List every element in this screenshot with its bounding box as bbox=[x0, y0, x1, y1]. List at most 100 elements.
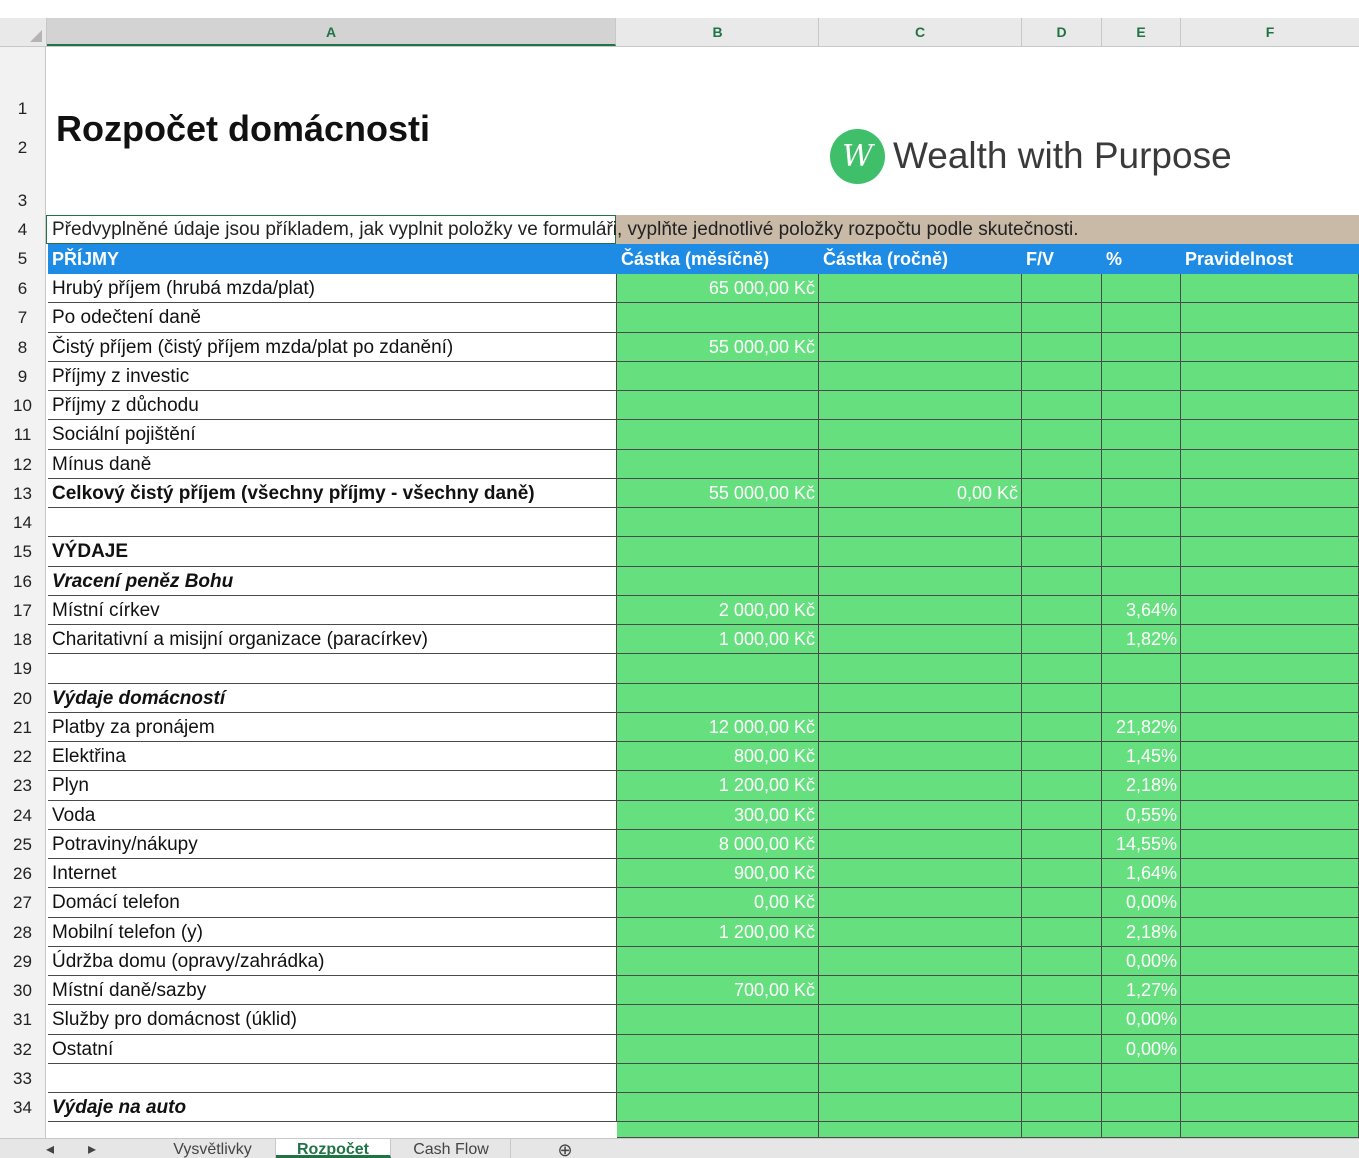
select-all-corner[interactable] bbox=[0, 18, 47, 46]
column-header-f[interactable]: F bbox=[1181, 18, 1359, 46]
row-header-3[interactable]: 3 bbox=[0, 187, 46, 215]
cell-d[interactable] bbox=[1022, 771, 1102, 801]
row-label-cell[interactable]: Ostatní bbox=[48, 1034, 617, 1064]
cell-f[interactable] bbox=[1181, 654, 1359, 684]
row-label-cell[interactable]: Údržba domu (opravy/zahrádka) bbox=[48, 946, 617, 976]
cell-f[interactable] bbox=[1181, 449, 1359, 479]
cell-d[interactable] bbox=[1022, 917, 1102, 947]
row-header[interactable]: 10 bbox=[0, 391, 46, 421]
column-header-c[interactable]: C bbox=[819, 18, 1022, 46]
row-header[interactable]: 32 bbox=[0, 1034, 46, 1064]
row-label-cell[interactable]: VÝDAJE bbox=[48, 537, 617, 567]
cell-f[interactable] bbox=[1181, 1093, 1359, 1123]
cell-f[interactable] bbox=[1181, 771, 1359, 801]
cell-f[interactable] bbox=[1181, 712, 1359, 742]
cell-f[interactable] bbox=[1181, 332, 1359, 362]
row-label-cell[interactable]: Vracení peněz Bohu bbox=[48, 566, 617, 596]
row-header-5[interactable]: 5 bbox=[0, 244, 46, 274]
tab-rozpocet[interactable]: Rozpočet bbox=[276, 1139, 391, 1158]
cell-d[interactable] bbox=[1022, 391, 1102, 421]
cell-d[interactable] bbox=[1022, 566, 1102, 596]
row-header[interactable]: 30 bbox=[0, 976, 46, 1006]
cell-partial-d[interactable] bbox=[1022, 1122, 1102, 1138]
cell-d[interactable] bbox=[1022, 303, 1102, 333]
cell-f[interactable] bbox=[1181, 508, 1359, 538]
cell-f[interactable] bbox=[1181, 420, 1359, 450]
cell-d[interactable] bbox=[1022, 742, 1102, 772]
cell-f[interactable] bbox=[1181, 303, 1359, 333]
cell-partial-c[interactable] bbox=[819, 1122, 1022, 1138]
row-label-cell[interactable]: Potraviny/nákupy bbox=[48, 829, 617, 859]
cell-d[interactable] bbox=[1022, 274, 1102, 304]
row-header[interactable]: 19 bbox=[0, 654, 46, 684]
row-header[interactable]: 15 bbox=[0, 537, 46, 567]
cell-d[interactable] bbox=[1022, 1093, 1102, 1123]
cell-f[interactable] bbox=[1181, 888, 1359, 918]
cell-f[interactable] bbox=[1181, 478, 1359, 508]
cell-f[interactable] bbox=[1181, 361, 1359, 391]
row-header[interactable]: 11 bbox=[0, 420, 46, 450]
row-label-cell[interactable]: Čistý příjem (čistý příjem mzda/plat po … bbox=[48, 332, 617, 362]
row-header[interactable]: 14 bbox=[0, 508, 46, 538]
cell-d[interactable] bbox=[1022, 1034, 1102, 1064]
row-header[interactable]: 33 bbox=[0, 1063, 46, 1093]
cell-partial-f[interactable] bbox=[1181, 1122, 1359, 1138]
row-label-cell[interactable]: Domácí telefon bbox=[48, 888, 617, 918]
row-header[interactable]: 8 bbox=[0, 332, 46, 362]
cell-d[interactable] bbox=[1022, 332, 1102, 362]
row-header[interactable]: 22 bbox=[0, 742, 46, 772]
cell-f[interactable] bbox=[1181, 274, 1359, 304]
cell-d[interactable] bbox=[1022, 537, 1102, 567]
row-label-cell[interactable]: Výdaje domácností bbox=[48, 683, 617, 713]
instruction-note[interactable]: Předvyplněné údaje jsou příkladem, jak v… bbox=[46, 215, 1079, 244]
row-header[interactable]: 21 bbox=[0, 712, 46, 742]
row-label-cell[interactable]: Celkový čistý příjem (všechny příjmy - v… bbox=[48, 478, 617, 508]
cell-d[interactable] bbox=[1022, 478, 1102, 508]
row-label-cell[interactable]: Sociální pojištění bbox=[48, 420, 617, 450]
row-header-partial[interactable] bbox=[0, 1122, 46, 1138]
cell-d[interactable] bbox=[1022, 420, 1102, 450]
cell-d[interactable] bbox=[1022, 1063, 1102, 1093]
row-label-cell[interactable]: Mínus daně bbox=[48, 449, 617, 479]
cell-d[interactable] bbox=[1022, 595, 1102, 625]
row-header[interactable]: 24 bbox=[0, 800, 46, 830]
cell-d[interactable] bbox=[1022, 859, 1102, 889]
row-label-cell[interactable]: Výdaje na auto bbox=[48, 1093, 617, 1123]
cell-partial-e[interactable] bbox=[1102, 1122, 1181, 1138]
cell-f[interactable] bbox=[1181, 800, 1359, 830]
cell-d[interactable] bbox=[1022, 361, 1102, 391]
cell-f[interactable] bbox=[1181, 917, 1359, 947]
column-header-e[interactable]: E bbox=[1102, 18, 1181, 46]
row-header[interactable]: 6 bbox=[0, 274, 46, 304]
cell-f[interactable] bbox=[1181, 595, 1359, 625]
cell-f[interactable] bbox=[1181, 625, 1359, 655]
row-header[interactable]: 17 bbox=[0, 595, 46, 625]
cell-d[interactable] bbox=[1022, 712, 1102, 742]
cell-d[interactable] bbox=[1022, 829, 1102, 859]
tab-cash-flow[interactable]: Cash Flow bbox=[392, 1139, 511, 1158]
row-label-cell[interactable]: Místní daně/sazby bbox=[48, 976, 617, 1006]
column-header-b[interactable]: B bbox=[617, 18, 819, 46]
cell-f[interactable] bbox=[1181, 976, 1359, 1006]
cell-f[interactable] bbox=[1181, 1005, 1359, 1035]
cell-f[interactable] bbox=[1181, 829, 1359, 859]
row-label-cell[interactable]: Plyn bbox=[48, 771, 617, 801]
header-percent[interactable]: % bbox=[1102, 244, 1180, 274]
row-header[interactable]: 9 bbox=[0, 361, 46, 391]
row-label-cell[interactable]: Voda bbox=[48, 800, 617, 830]
column-header-a[interactable]: A bbox=[47, 18, 616, 46]
page-title[interactable]: Rozpočet domácnosti bbox=[56, 108, 430, 150]
cell-d[interactable] bbox=[1022, 888, 1102, 918]
cell-d[interactable] bbox=[1022, 1005, 1102, 1035]
row-label-cell[interactable]: Místní církev bbox=[48, 595, 617, 625]
row-label-cell[interactable]: Služby pro domácnost (úklid) bbox=[48, 1005, 617, 1035]
cell-d[interactable] bbox=[1022, 449, 1102, 479]
row-header-4[interactable]: 4 bbox=[0, 215, 46, 244]
header-fv[interactable]: F/V bbox=[1022, 244, 1101, 274]
cell-f[interactable] bbox=[1181, 742, 1359, 772]
column-header-d[interactable]: D bbox=[1022, 18, 1102, 46]
row-header[interactable]: 28 bbox=[0, 917, 46, 947]
cell-d[interactable] bbox=[1022, 683, 1102, 713]
cell-partial-b[interactable] bbox=[617, 1122, 819, 1138]
row-header-2-label[interactable]: 2 bbox=[0, 131, 46, 187]
